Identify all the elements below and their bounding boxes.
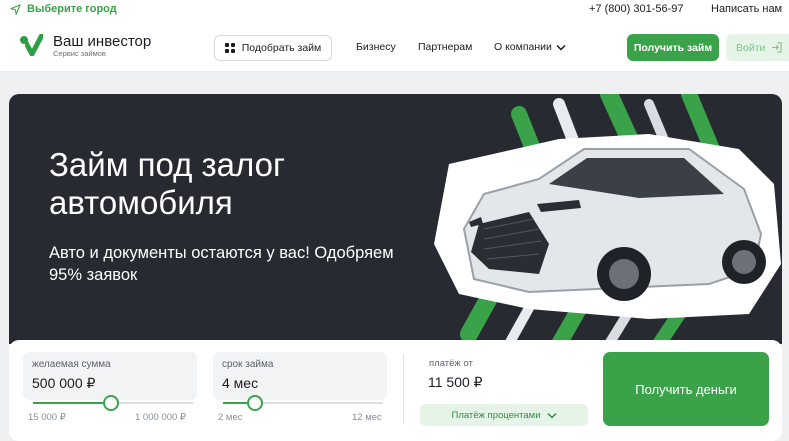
location-arrow-icon xyxy=(10,3,21,15)
term-label: срок займа xyxy=(222,359,274,370)
logo[interactable]: Ваш инвестор Сервис займов xyxy=(20,34,151,58)
nav-about-label: О компании xyxy=(494,41,552,53)
city-label: Выберите город xyxy=(27,3,117,15)
login-icon xyxy=(772,42,783,53)
hero-title: Займ под залог автомобиля xyxy=(49,146,285,221)
phone-link[interactable]: +7 (800) 301-56-97 xyxy=(589,3,683,15)
grid-icon xyxy=(224,43,235,53)
logo-subtitle: Сервис займов xyxy=(53,49,106,58)
get-loan-button[interactable]: Получить займ xyxy=(627,34,719,61)
term-field[interactable]: срок займа 4 мес xyxy=(213,352,387,400)
amount-label: желаемая сумма xyxy=(32,359,111,370)
amount-max: 1 000 000 ₽ xyxy=(135,412,186,423)
term-value: 4 мес xyxy=(222,375,259,391)
pick-loan-label: Подобрать займ xyxy=(241,42,322,54)
divider xyxy=(403,354,404,424)
nav-partners[interactable]: Партнерам xyxy=(418,41,472,53)
login-label: Войти xyxy=(736,41,766,54)
amount-slider-knob[interactable] xyxy=(103,395,120,411)
payment-label: платёж от xyxy=(429,358,473,369)
amount-slider-fill xyxy=(33,402,112,404)
term-slider[interactable] xyxy=(223,395,383,411)
write-us-link[interactable]: Написать нам xyxy=(711,3,782,15)
interest-payment-label: Платёж процентами xyxy=(451,409,541,421)
logo-title: Ваш инвестор xyxy=(53,33,152,50)
payment-value: 11 500 ₽ xyxy=(428,374,483,390)
amount-field[interactable]: желаемая сумма 500 000 ₽ xyxy=(23,352,197,400)
login-button[interactable]: Войти xyxy=(726,34,789,61)
amount-min: 15 000 ₽ xyxy=(28,412,66,423)
car-illustration xyxy=(434,94,781,344)
hero-subtitle: Авто и документы остаются у вас! Одобряе… xyxy=(49,244,394,284)
city-selector[interactable]: Выберите город xyxy=(10,3,117,15)
get-money-button[interactable]: Получить деньги xyxy=(603,352,769,426)
logo-check-icon xyxy=(20,34,44,56)
amount-value: 500 000 ₽ xyxy=(32,375,96,391)
term-min: 2 мес xyxy=(218,412,243,423)
nav-business[interactable]: Бизнесу xyxy=(356,41,396,53)
pick-loan-button[interactable]: Подобрать займ xyxy=(214,35,332,61)
hero-banner: Займ под залог автомобиля Авто и докумен… xyxy=(9,94,782,344)
top-bar: Выберите город +7 (800) 301-56-97 Написа… xyxy=(0,0,789,20)
interest-payment-button[interactable]: Платёж процентами xyxy=(420,404,588,426)
nav-about[interactable]: О компании xyxy=(494,41,566,53)
term-slider-knob[interactable] xyxy=(247,395,263,411)
chevron-down-icon xyxy=(546,412,557,419)
chevron-down-icon xyxy=(556,44,566,51)
term-max: 12 мес xyxy=(352,412,382,423)
loan-calculator: желаемая сумма 500 000 ₽ 15 000 ₽ 1 000 … xyxy=(9,340,782,441)
amount-slider[interactable] xyxy=(33,395,193,411)
main-header: Ваш инвестор Сервис займов Подобрать зай… xyxy=(0,20,789,72)
